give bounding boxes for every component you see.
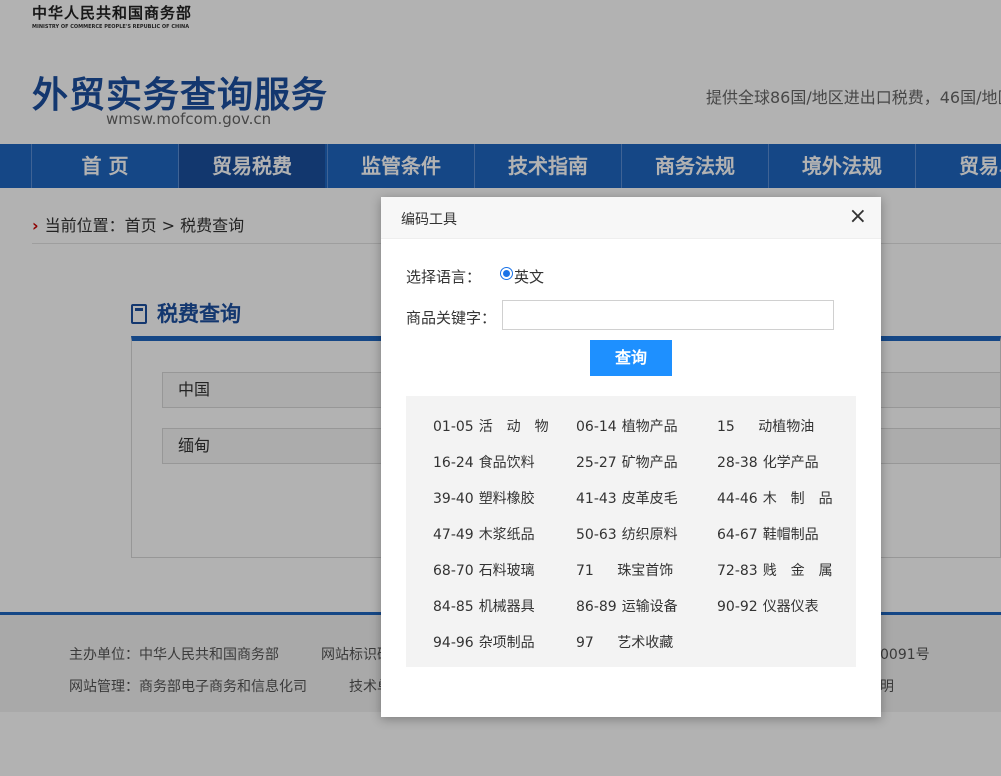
category-item[interactable]: 47-49 木浆纸品 [433, 524, 535, 544]
category-item[interactable]: 01-05 活 动 物 [433, 416, 549, 436]
category-item[interactable]: 15 动植物油 [717, 416, 814, 436]
query-button[interactable]: 查询 [590, 340, 672, 376]
category-item[interactable]: 28-38 化学产品 [717, 452, 819, 472]
category-item[interactable]: 84-85 机械器具 [433, 596, 535, 616]
close-icon[interactable]: × [849, 205, 867, 229]
language-label: 选择语言： [406, 268, 482, 286]
category-item[interactable]: 39-40 塑料橡胶 [433, 488, 535, 508]
category-item[interactable]: 71 珠宝首饰 [576, 560, 673, 580]
category-item[interactable]: 94-96 杂项制品 [433, 632, 535, 652]
category-item[interactable]: 50-63 纺织原料 [576, 524, 678, 544]
keyword-label: 商品关键字： [406, 309, 497, 327]
dialog-title: 编码工具 [401, 212, 457, 228]
category-item[interactable]: 68-70 石料玻璃 [433, 560, 535, 580]
category-item[interactable]: 86-89 运输设备 [576, 596, 678, 616]
hs-category-panel: 01-05 活 动 物 06-14 植物产品 15 动植物油 16-24 食品饮料 2… [406, 396, 856, 667]
category-item[interactable]: 16-24 食品饮料 [433, 452, 535, 472]
code-tool-dialog: 编码工具 × 选择语言： 英文 商品关键字： 查询 01-05 活 动 物 06-… [381, 197, 881, 717]
category-item[interactable]: 25-27 矿物产品 [576, 452, 678, 472]
category-item[interactable]: 64-67 鞋帽制品 [717, 524, 819, 544]
category-item[interactable]: 90-92 仪器仪表 [717, 596, 819, 616]
dialog-header: 编码工具 × [381, 197, 881, 239]
category-item[interactable]: 97 艺术收藏 [576, 632, 673, 652]
language-option-label[interactable]: 英文 [514, 266, 544, 287]
category-item[interactable]: 06-14 植物产品 [576, 416, 678, 436]
category-item[interactable]: 41-43 皮革皮毛 [576, 488, 678, 508]
language-radio-english[interactable] [500, 267, 513, 280]
category-item[interactable]: 44-46 木 制 品 [717, 488, 833, 508]
category-item[interactable]: 72-83 贱 金 属 [717, 560, 833, 580]
keyword-input[interactable] [502, 300, 834, 330]
